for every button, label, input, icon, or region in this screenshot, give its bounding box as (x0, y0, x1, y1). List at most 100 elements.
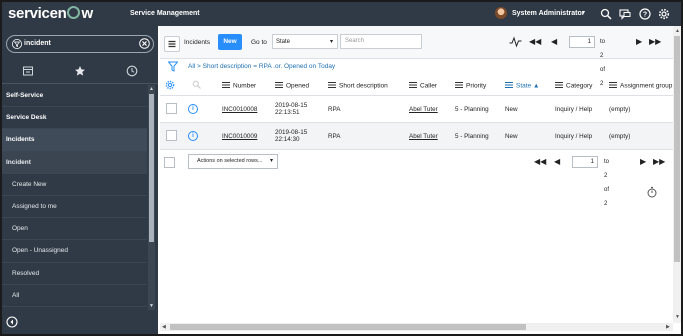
column-header-assignment-group[interactable]: Assignment group (607, 76, 673, 96)
actions-select[interactable]: Actions on selected rows... ▾ (188, 154, 278, 169)
page-range-text: to 2 of 2 (604, 159, 610, 207)
caret-down-icon[interactable]: ▾ (582, 9, 585, 16)
column-header-priority[interactable]: Priority (453, 76, 503, 96)
goto-label: Go to (251, 39, 267, 46)
page-number-input[interactable]: 1 (569, 36, 595, 48)
column-menu-icon[interactable] (275, 81, 283, 88)
next-page-icon[interactable]: ▶ (640, 155, 646, 169)
caller-link[interactable]: Abel Tuter (409, 106, 438, 113)
content-horizontal-scroll-thumb[interactable] (170, 324, 526, 330)
column-menu-icon[interactable] (555, 81, 563, 88)
scroll-left-arrow-icon[interactable]: ◀ (162, 324, 166, 330)
column-settings-header[interactable] (160, 76, 186, 96)
content-vertical-scroll-thumb[interactable] (674, 36, 680, 262)
new-button[interactable]: New (218, 34, 242, 50)
scroll-right-arrow-icon[interactable]: ▶ (666, 324, 670, 330)
search-icon[interactable] (600, 8, 612, 20)
table-row[interactable]: i INC0010009 2019-08-15 22:14:30 RPA Abel… (160, 122, 673, 150)
filter-icon[interactable] (168, 61, 178, 72)
column-label: Caller (420, 82, 437, 90)
last-page-icon[interactable]: ▶▶ (653, 155, 665, 169)
caret-down-icon: ▾ (269, 158, 273, 164)
application-navigator: incident Self-Service Service Desk Incid… (2, 26, 158, 334)
column-label: State (516, 82, 532, 90)
list-footer: Actions on selected rows... ▾ ◀◀ ◀ 1 to … (160, 151, 673, 207)
column-header-state[interactable]: State ▲ (503, 76, 553, 96)
column-label: Number (233, 82, 257, 90)
gear-icon[interactable] (165, 80, 175, 90)
user-menu[interactable]: System Administrator (512, 10, 584, 17)
column-menu-icon[interactable] (455, 81, 463, 88)
clear-filter-icon[interactable] (139, 38, 150, 49)
incident-number-link[interactable]: INC0010008 (222, 106, 257, 113)
column-menu-icon[interactable] (328, 81, 336, 88)
breadcrumb-text[interactable]: All > Short description = RPA .or. Opene… (188, 60, 335, 74)
column-header-opened[interactable]: Opened (273, 76, 326, 96)
nav-item-open-unassigned[interactable]: Open - Unassigned (2, 240, 147, 263)
goto-field-value: State (276, 39, 291, 45)
app-title: Service Management (130, 10, 200, 17)
help-icon[interactable]: ? (639, 8, 651, 20)
nav-item-open[interactable]: Open (2, 218, 147, 241)
activity-stream-icon[interactable] (509, 36, 522, 48)
nav-item-all[interactable]: All (2, 285, 147, 307)
user-avatar[interactable] (495, 7, 507, 19)
last-page-icon[interactable]: ▶▶ (649, 35, 661, 49)
column-label: Priority (466, 82, 487, 90)
search-column-header[interactable] (186, 76, 220, 96)
list-context-menu-icon[interactable] (164, 36, 180, 52)
column-header-number[interactable]: Number (220, 76, 273, 96)
search-input[interactable]: Search (340, 34, 422, 49)
nav-section-incident[interactable]: Incident (2, 151, 147, 174)
column-header-short-description[interactable]: Short description (326, 76, 407, 96)
short-description-cell: RPA (326, 122, 407, 150)
goto-field-select[interactable]: State ▾ (272, 34, 338, 49)
chat-icon[interactable] (619, 8, 631, 20)
next-page-icon[interactable]: ▶ (636, 35, 642, 49)
favorites-icon[interactable] (74, 65, 86, 77)
nav-item-create-new[interactable]: Create New (2, 174, 147, 196)
column-header-caller[interactable]: Caller (407, 76, 453, 96)
scroll-down-arrow-icon[interactable]: ▼ (149, 303, 154, 309)
scroll-up-arrow-icon[interactable]: ▲ (149, 86, 154, 92)
previous-page-icon[interactable]: ◀ (551, 35, 557, 49)
category-cell: Inquiry / Help (553, 95, 607, 123)
first-page-icon[interactable]: ◀◀ (534, 155, 546, 169)
scroll-up-arrow-icon[interactable]: ▲ (675, 28, 680, 34)
history-icon[interactable] (126, 65, 138, 77)
select-all-checkbox[interactable] (164, 157, 175, 168)
first-page-icon[interactable]: ◀◀ (529, 35, 541, 49)
row-checkbox[interactable] (166, 102, 177, 114)
nav-item-resolved[interactable]: Resolved (2, 263, 147, 285)
incident-number-link[interactable]: INC0010009 (222, 133, 257, 140)
scroll-down-arrow-icon[interactable]: ▼ (675, 314, 680, 320)
navigator-scroll-thumb[interactable] (149, 94, 154, 242)
priority-cell: 5 - Planning (453, 122, 503, 150)
column-menu-icon[interactable] (222, 81, 230, 88)
info-icon[interactable]: i (188, 131, 198, 141)
row-checkbox[interactable] (166, 129, 177, 141)
stopwatch-icon[interactable] (647, 186, 657, 198)
search-icon[interactable] (192, 80, 201, 89)
nav-section-service-desk[interactable]: Service Desk (2, 107, 147, 130)
column-menu-icon[interactable] (609, 81, 617, 88)
info-icon[interactable]: i (188, 104, 198, 114)
table-row[interactable]: i INC0010008 2019-08-15 22:13:51 RPA Abel… (160, 95, 673, 123)
previous-page-icon[interactable]: ◀ (554, 155, 560, 169)
nav-item-assigned-to-me[interactable]: Assigned to me (2, 196, 147, 219)
nav-item-incidents[interactable]: Incidents (2, 129, 147, 152)
column-menu-icon[interactable] (505, 81, 513, 88)
gear-icon[interactable] (658, 8, 670, 20)
column-header-category[interactable]: Category (553, 76, 607, 96)
column-menu-icon[interactable] (409, 81, 417, 88)
servicenow-logo[interactable]: servicen w (8, 5, 93, 22)
list-control-bar: Incidents New Go to State ▾ Search ◀◀ ◀ … (160, 26, 673, 87)
state-cell: New (503, 95, 553, 123)
top-header: servicen w Service Management System Admi… (2, 2, 681, 26)
all-apps-icon[interactable] (22, 65, 34, 77)
nav-section-self-service[interactable]: Self-Service (2, 85, 147, 108)
caller-link[interactable]: Abel Tuter (409, 133, 438, 140)
collapse-navigator-icon[interactable] (6, 316, 18, 328)
page-number-input[interactable]: 1 (572, 156, 598, 168)
navigator-filter-input[interactable]: incident (6, 35, 154, 53)
